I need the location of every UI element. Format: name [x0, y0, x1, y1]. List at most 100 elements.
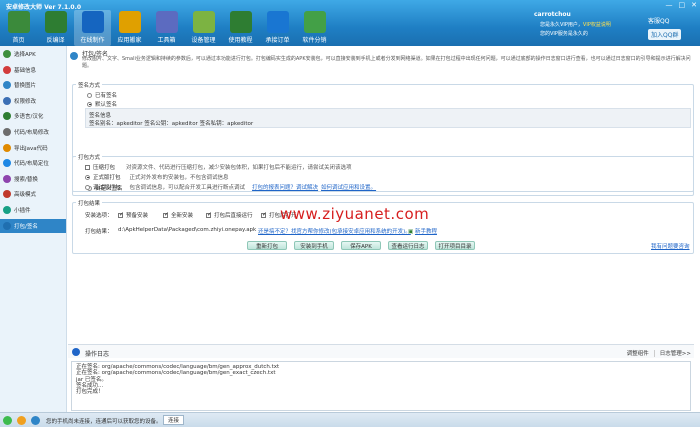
sidebar-item-icon: [3, 143, 11, 152]
join-qq-group-button[interactable]: 加入QQ群: [648, 29, 682, 40]
maximize-button[interactable]: □: [679, 1, 686, 9]
toolbar-button-8[interactable]: 软件分销: [296, 10, 333, 46]
main-panel: 打包/签名 修改图片、文字、Smali业务逻辑和持续的参数后，可以通过本功能进行…: [68, 46, 694, 412]
connect-button[interactable]: 连接: [163, 415, 185, 425]
toolbar-button-4[interactable]: 工具箱: [148, 10, 185, 46]
sidebar-item-label: 替换图片: [14, 83, 37, 90]
distribution-icon: [303, 11, 326, 33]
radio-release-pack[interactable]: 正式版打包 正式对外发布的安装包，不包含调试信息: [85, 173, 229, 181]
sidebar-item-5[interactable]: 代码/布局修改: [0, 125, 66, 139]
radio-dot: [87, 101, 92, 107]
toolbar-label: 工具箱: [157, 37, 176, 44]
close-button[interactable]: ✕: [691, 1, 697, 9]
checkbox-box: [163, 211, 169, 218]
install-options-label: 安装选项：: [85, 213, 113, 219]
log-icon: [72, 348, 80, 356]
connection-status: 您的手机尚未连接，连通后可以获取您的设备。: [46, 419, 162, 425]
pack-result-label: 打包结果：: [85, 229, 113, 235]
vip-status: 您是永久VIP用户，VIP权益说明: [540, 22, 611, 28]
radio-dot: [85, 184, 90, 190]
sidebar-item-6[interactable]: 导出Java代码: [0, 141, 66, 155]
sidebar-item-1[interactable]: 基础信息: [0, 63, 66, 77]
toolbar-button-7[interactable]: 承接订单: [259, 10, 296, 46]
toolbar-button-0[interactable]: 首页: [0, 10, 37, 46]
radio-default-sign[interactable]: 默认签名: [87, 100, 117, 108]
release-desc: 正式对外发布的安装包，不包含调试信息: [129, 175, 229, 181]
pack-mode-group: 打包方式 压缩打包 对资源文件、代码进行压缩打包，减少安装包体积，如果打包后不能…: [72, 153, 694, 196]
sidebar-item-icon: [3, 65, 11, 74]
sidebar-item-2[interactable]: 替换图片: [0, 78, 66, 92]
toolbar-button-1[interactable]: 反编译: [37, 10, 74, 46]
open-project-dir-button[interactable]: 打开项目目录: [435, 241, 475, 250]
intro-text: 修改图片、文字、Smali业务逻辑和持续的参数后，可以通过本功能进行打包。打包编…: [82, 56, 691, 69]
save-apk-button[interactable]: 保存APK: [341, 241, 381, 250]
checkbox-backup-install[interactable]: 预备安装: [118, 211, 148, 219]
pack-mode-label: 打包方式: [76, 153, 103, 161]
title-toolbar: 安卓修改大师 Ver 7.1.0.0 首页 反编译 在线制作 应用搬家 工具箱 设备管理使…: [0, 0, 700, 46]
user-name[interactable]: carrotchou: [534, 11, 571, 18]
toolbar-label: 设备管理: [191, 37, 216, 44]
log-actions: 调整组件 日志管理>>: [627, 349, 691, 357]
sidebar-item-label: 打包/签名: [14, 223, 38, 230]
toolbar-label: 使用教程: [228, 37, 253, 44]
repack-button[interactable]: 重新打包: [247, 241, 287, 250]
device-icon: [192, 11, 215, 33]
sidebar-item-4[interactable]: 多语言/汉化: [0, 109, 66, 123]
radio-dot: [87, 92, 92, 98]
toolbar-button-2[interactable]: 在线制作: [74, 10, 111, 46]
minimize-button[interactable]: —: [666, 1, 673, 9]
vip-link[interactable]: VIP权益说明: [583, 22, 611, 28]
checkbox-new-install[interactable]: 全新安装: [163, 211, 193, 219]
qq-service-link[interactable]: 客服QQ: [648, 16, 698, 25]
sidebar-item-9[interactable]: 高级模式: [0, 187, 66, 201]
checkbox-run-after-pack[interactable]: 打包后直接运行: [206, 211, 253, 219]
sidebar-item-icon: [3, 50, 11, 58]
sidebar-item-3[interactable]: 权限修改: [0, 94, 66, 108]
feedback-link[interactable]: 我有问题要咨询: [651, 242, 690, 250]
log-header: 操作日志 调整组件 日志管理>>: [68, 344, 694, 358]
sidebar-item-10[interactable]: 小插件: [0, 203, 66, 217]
checkbox-box: [261, 211, 267, 218]
radio-existing-sign[interactable]: 已有签名: [87, 91, 117, 99]
log-line: 打包完成！: [76, 389, 104, 396]
radio-dot: [85, 174, 90, 180]
sidebar-item-11[interactable]: 打包/签名: [0, 218, 66, 233]
sign-group-label: 签名方式: [76, 81, 103, 89]
log-manage-link[interactable]: 日志管理>>: [660, 349, 691, 357]
debug-settings-link[interactable]: 如何调试应用和设置。: [321, 183, 376, 191]
sidebar-item-8[interactable]: 搜索/替换: [0, 172, 66, 186]
toolbar-button-5[interactable]: 设备管理: [185, 10, 222, 46]
checkbox-box: [206, 211, 212, 218]
view-run-log-button[interactable]: 查看运行日志: [388, 241, 428, 250]
status-bar: 您的手机尚未连接，连通后可以获取您的设备。 连接: [0, 412, 700, 427]
device-status-icon: [31, 416, 40, 425]
toolbar-button-6[interactable]: 使用教程: [222, 10, 259, 46]
toolbar-button-3[interactable]: 应用搬家: [111, 10, 148, 46]
book-icon: ▣: [408, 229, 415, 235]
official-help-link[interactable]: 还是搞不定？找官方帮你修改(包承接安卓应用和系统的开发)。: [258, 227, 411, 235]
checkbox-box: [85, 164, 90, 170]
compress-pack-checkbox[interactable]: 压缩打包 对资源文件、代码进行压缩打包，减少安装包体积，如果打包后不能运行，请尝…: [85, 163, 352, 171]
debug-help-link[interactable]: 打包的报表问题？调试解决: [252, 183, 318, 191]
divider: [653, 349, 655, 357]
sidebar-item-icon: [3, 159, 11, 168]
toolbox-icon: [155, 11, 178, 33]
decompile-icon: [44, 11, 67, 33]
tutorial-link[interactable]: ▣ 新手教程: [408, 227, 437, 235]
debug-desc: 包含调试信息，可以配合开发工具进行断点调试: [129, 185, 246, 191]
sidebar-item-7[interactable]: 代码/布局定位: [0, 156, 66, 170]
pack-result-path[interactable]: d:\ApkHelperData\Packaged\com.zhiyi.onep…: [118, 227, 256, 233]
window-controls: — □ ✕: [666, 1, 698, 9]
radio-debug-pack[interactable]: 调试版打包 包含调试信息，可以配合开发工具进行断点调试 打包的报表问题？调试解决…: [85, 183, 376, 191]
checkbox-box: [118, 211, 124, 218]
sidebar-item-icon: [3, 205, 11, 214]
sidebar-item-0[interactable]: 选择APK: [0, 47, 66, 61]
sidebar-item-label: 导出Java代码: [14, 145, 48, 152]
sign-info-box: 签名信息 签名别名：apkeditor 签名公钥：apkeditor 签名私钥：…: [85, 108, 691, 128]
toolbar-label: 在线制作: [80, 37, 105, 44]
sidebar-item-icon: [3, 112, 11, 121]
phone-status-icon: [3, 416, 12, 425]
adjust-component-button[interactable]: 调整组件: [627, 349, 649, 357]
log-output[interactable]: 正在签名: org/apache/commons/codec/language/…: [71, 361, 691, 411]
install-to-phone-button[interactable]: 安装到手机: [294, 241, 334, 250]
